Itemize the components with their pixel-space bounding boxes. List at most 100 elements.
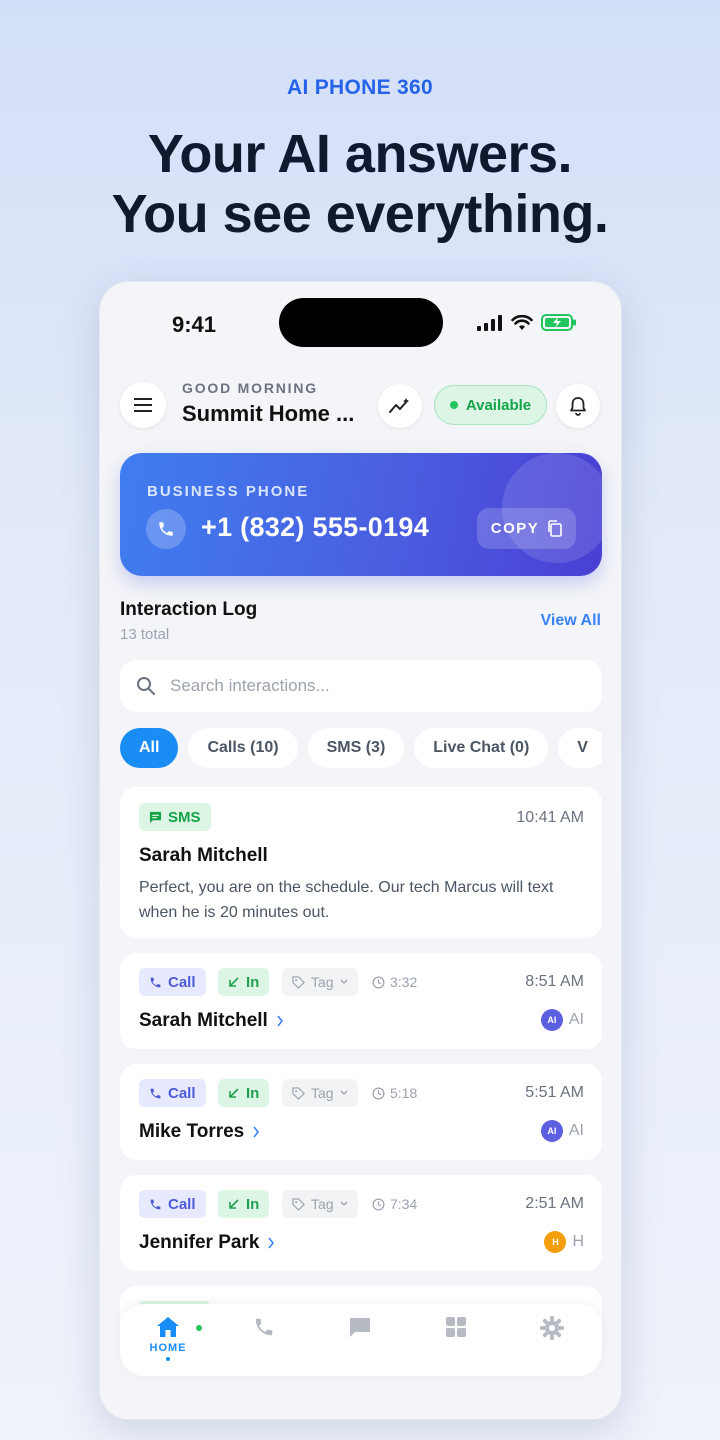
call-duration: 7:34: [372, 1196, 417, 1212]
message-preview: Perfect, you are on the schedule. Our te…: [139, 879, 554, 921]
chevron-right-icon: [253, 1126, 260, 1138]
copy-icon: [548, 520, 563, 537]
interaction-card-call[interactable]: Call In Tag 3:32 8:51 AM Sarah Mitchell …: [120, 953, 602, 1049]
call-type-tag: Call: [139, 1190, 206, 1218]
contact-name-text: Sarah Mitchell: [139, 1010, 268, 1031]
clock-icon: [372, 1087, 385, 1099]
search-icon: [137, 677, 155, 695]
human-avatar: H: [544, 1231, 567, 1253]
business-phone-card: BUSINESS PHONE +1 (832) 555-0194 COPY: [120, 453, 602, 576]
grid-icon: [446, 1317, 466, 1337]
phone-icon: [150, 1199, 161, 1209]
agent-label: H: [572, 1233, 584, 1250]
call-duration: 3:32: [372, 974, 417, 990]
contact-name-text: Jennifer Park: [139, 1232, 260, 1253]
insights-button[interactable]: [378, 384, 422, 428]
phone-frame: 9:41 GOOD MORNING Summit Home ... Availa…: [99, 281, 622, 1420]
filter-chip-more[interactable]: V: [558, 728, 602, 768]
greeting: GOOD MORNING: [182, 380, 318, 396]
menu-icon: [134, 398, 152, 412]
interaction-count: 13 total: [120, 626, 170, 643]
business-name: Summit Home ...: [182, 401, 355, 426]
search-placeholder: Search interactions...: [170, 676, 330, 695]
interaction-card-sms[interactable]: SMS 10:41 AM Sarah Mitchell Perfect, you…: [120, 787, 602, 938]
call-duration: 5:18: [372, 1085, 417, 1101]
interaction-time: 10:41 AM: [516, 809, 584, 826]
bell-icon: [570, 397, 586, 416]
tag-dropdown[interactable]: Tag: [282, 968, 358, 996]
handled-by: AI AI: [540, 1009, 584, 1031]
agent-label: AI: [568, 1122, 584, 1139]
direction-label: In: [246, 973, 260, 991]
wifi-icon: [511, 314, 533, 330]
filter-chip-calls[interactable]: Calls (10): [188, 728, 298, 768]
view-all-link[interactable]: View All: [541, 612, 601, 630]
chevron-down-icon: [340, 979, 348, 984]
copy-label: COPY: [490, 520, 540, 537]
notifications-button[interactable]: [556, 384, 600, 428]
dynamic-island: [279, 298, 443, 347]
contact-name-text: Sarah Mitchell: [139, 845, 268, 866]
business-phone-label: BUSINESS PHONE: [147, 483, 310, 500]
contact-name: Jennifer Park: [139, 1232, 275, 1254]
filter-chip-all[interactable]: All: [120, 728, 179, 768]
interaction-card-call[interactable]: Call In Tag 7:34 2:51 AM Jennifer Park H…: [120, 1175, 602, 1271]
contact-name: Sarah Mitchell: [139, 1010, 284, 1032]
menu-button[interactable]: [120, 382, 166, 428]
tag-dropdown[interactable]: Tag: [282, 1190, 358, 1218]
nav-messages[interactable]: [330, 1316, 390, 1366]
contact-name: Mike Torres: [139, 1121, 260, 1143]
arrow-incoming-icon: [229, 977, 239, 987]
direction-tag: In: [218, 968, 270, 996]
nav-settings[interactable]: [522, 1316, 582, 1366]
battery-icon: [541, 314, 576, 331]
filter-chips: All Calls (10) SMS (3) Live Chat (0) V: [120, 728, 602, 772]
tag-label: Tag: [311, 1196, 334, 1212]
availability-toggle[interactable]: Available: [434, 385, 547, 425]
ai-avatar: AI: [540, 1120, 563, 1142]
home-icon: [157, 1317, 179, 1337]
nav-calls[interactable]: [234, 1316, 294, 1366]
duration-text: 7:34: [390, 1196, 418, 1212]
sms-type-tag: SMS: [139, 803, 211, 831]
contact-name-text: Mike Torres: [139, 1121, 245, 1142]
tag-icon: [292, 975, 305, 989]
nav-home[interactable]: HOME: [138, 1316, 203, 1366]
availability-label: Available: [465, 396, 532, 414]
message-icon: [149, 811, 162, 823]
phone-icon: [150, 1088, 161, 1098]
nav-apps[interactable]: [426, 1316, 486, 1366]
phone-icon: [255, 1318, 273, 1336]
interaction-card-call[interactable]: Call In Tag 5:18 5:51 AM Mike Torres AI …: [120, 1064, 602, 1160]
phone-icon-badge: [146, 509, 186, 549]
app-header: GOOD MORNING Summit Home ... Available: [120, 380, 602, 428]
sparkle-trend-icon: [389, 398, 409, 413]
type-label: Call: [168, 1195, 196, 1213]
status-dot: [449, 401, 458, 409]
notification-dot: [195, 1324, 203, 1332]
tag-icon: [292, 1197, 305, 1211]
headline-line-2: You see everything.: [111, 184, 609, 244]
search-input[interactable]: Search interactions...: [120, 660, 602, 712]
interaction-time: 8:51 AM: [525, 973, 584, 990]
clock-icon: [372, 1198, 385, 1210]
type-label: Call: [168, 973, 196, 991]
direction-tag: In: [218, 1079, 270, 1107]
interaction-time: 5:51 AM: [525, 1084, 584, 1101]
filter-chip-sms[interactable]: SMS (3): [307, 728, 405, 768]
phone-icon: [150, 977, 161, 987]
chevron-down-icon: [340, 1201, 348, 1206]
headline: Your AI answers. You see everything.: [0, 124, 720, 244]
chevron-right-icon: [268, 1237, 275, 1249]
copy-button[interactable]: COPY: [477, 508, 576, 549]
arrow-incoming-icon: [229, 1088, 239, 1098]
clock-icon: [372, 976, 385, 988]
filter-chip-live-chat[interactable]: Live Chat (0): [414, 728, 549, 768]
chat-icon: [350, 1318, 370, 1337]
phone-icon: [159, 522, 173, 536]
active-indicator: [166, 1357, 170, 1361]
direction-label: In: [246, 1195, 260, 1213]
tag-dropdown[interactable]: Tag: [282, 1079, 358, 1107]
bottom-nav: HOME: [120, 1304, 602, 1376]
status-time: 9:41: [172, 312, 217, 337]
